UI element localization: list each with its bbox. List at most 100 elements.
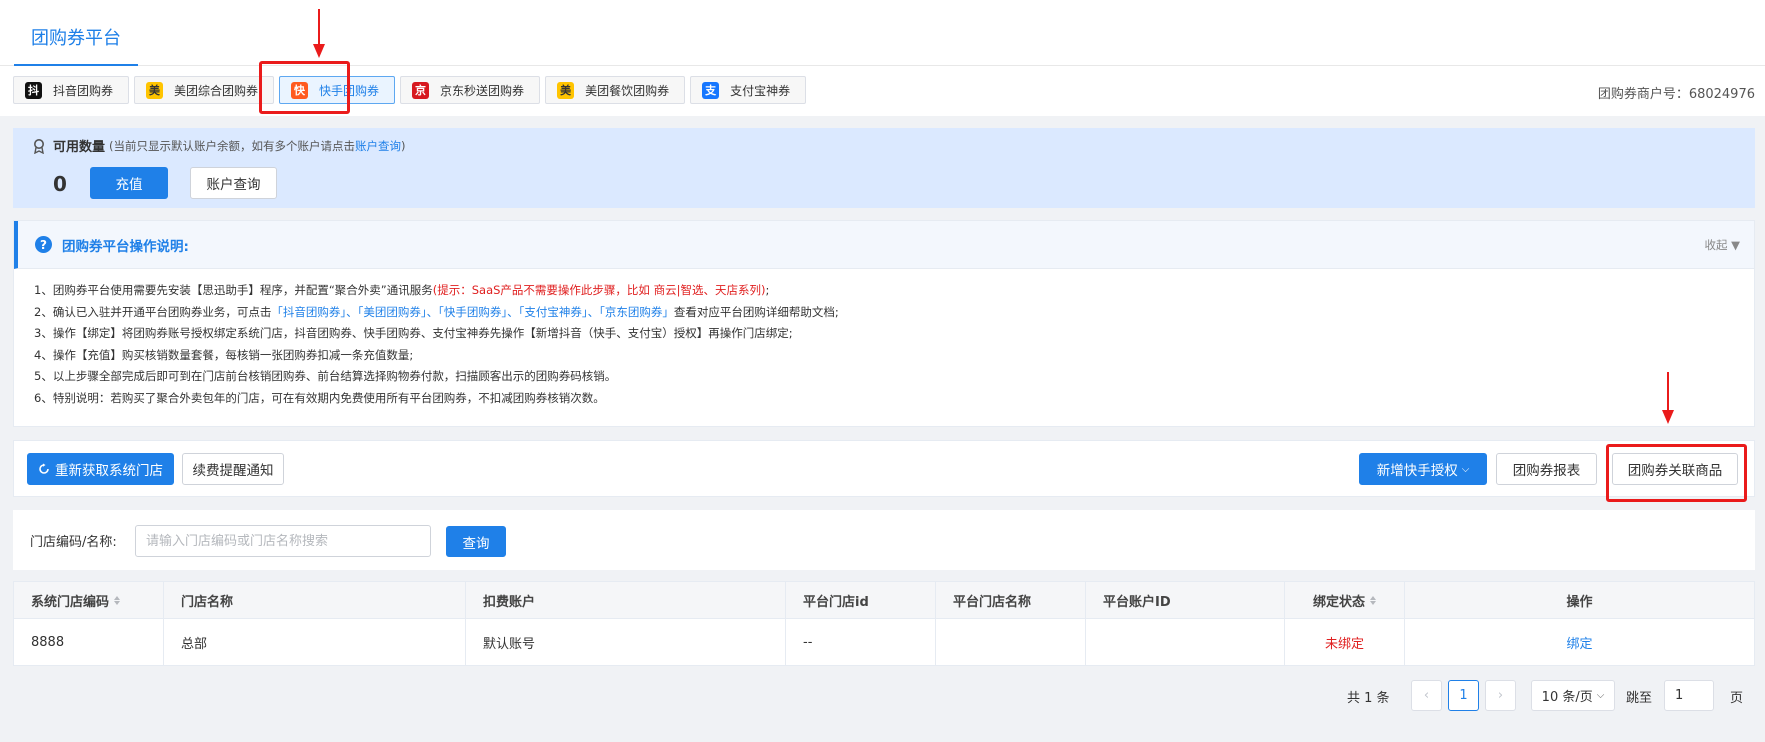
annotation-highlight-box <box>259 61 350 114</box>
col-bind-status[interactable]: 绑定状态 <box>1285 582 1405 619</box>
medal-icon <box>34 138 44 154</box>
next-page-button[interactable]: › <box>1485 680 1516 711</box>
guide-lines: 1、团购券平台使用需要先安装【思迅助手】程序，并配置“聚合外卖”通讯服务(提示：… <box>34 280 839 409</box>
guide-line-2: 2、确认已入驻并开通平台团购券业务，可点击「抖音团购券」、「美团团购券」、「快手… <box>34 302 839 324</box>
jd-icon: 京 <box>412 81 430 99</box>
tab-label: 美团综合团购券 <box>174 83 259 98</box>
chevron-down-icon: ⌵ <box>1461 463 1470 475</box>
prev-page-button[interactable]: ‹ <box>1411 680 1442 711</box>
refresh-stores-label: 重新获取系统门店 <box>55 463 163 479</box>
col-platform-store-id: 平台门店id <box>786 582 936 619</box>
tab-douyin[interactable]: 抖 抖音团购券 <box>13 76 130 104</box>
tab-alipay[interactable]: 支 支付宝神券 <box>690 76 807 104</box>
col-store-name: 门店名称 <box>164 582 466 619</box>
guide-line-1: 1、团购券平台使用需要先安装【思迅助手】程序，并配置“聚合外卖”通讯服务(提示：… <box>34 280 839 302</box>
guide-line-6: 6、特别说明：若购买了聚合外卖包年的门店，可在有效期内免费使用所有平台团购券，不… <box>34 390 605 405</box>
meituan-icon: 美 <box>146 81 164 99</box>
quota-label: 可用数量 <box>53 140 106 155</box>
store-table: 系统门店编码 门店名称 扣费账户 平台门店id 平台门店名称 平台账户ID 绑定… <box>13 581 1755 666</box>
guide-header: ? 团购券平台操作说明: 收起 ▼ <box>14 221 1754 269</box>
coupon-report-button[interactable]: 团购券报表 <box>1496 453 1597 485</box>
col-label: 绑定状态 <box>1312 594 1365 610</box>
guide-line-1-end: ; <box>765 283 770 297</box>
guide-line-2-prefix: 2、确认已入驻并开通平台团购券业务，可点击 <box>34 304 272 319</box>
page-unit-label: 页 <box>1730 691 1744 706</box>
sort-icon <box>114 595 121 605</box>
refresh-stores-button[interactable]: 重新获取系统门店 <box>27 453 174 485</box>
cell-charge-account: 默认账号 <box>466 619 786 665</box>
cell-platform-store-name <box>936 619 1086 665</box>
guide-line-1-tip: (提示：SaaS产品不需要操作此步骤，比如 商云|智选、天店系列) <box>432 283 766 297</box>
search-label: 门店编码/名称: <box>30 535 117 550</box>
page-size-select[interactable]: 10 条/页 ⌵ <box>1531 680 1615 711</box>
help-icon: ? <box>35 236 52 253</box>
recharge-button[interactable]: 充值 <box>90 167 168 199</box>
cell-platform-account-id <box>1086 619 1285 665</box>
bind-link[interactable]: 绑定 <box>1405 619 1754 665</box>
cell-store-name: 总部 <box>164 619 466 665</box>
guide-title: 团购券平台操作说明: <box>62 239 189 255</box>
page-number[interactable]: 1 <box>1448 680 1479 711</box>
tab-label: 抖音团购券 <box>53 83 114 98</box>
annotation-highlight-box <box>1606 444 1747 502</box>
quota-hint: (当前只显示默认账户余额，如有多个账户请点击账户查询) <box>109 138 405 154</box>
platform-tabs: 抖 抖音团购券 美 美团综合团购券 快 快手团购券 京 京东秒送团购券 美 美团… <box>13 76 807 104</box>
chevron-down-icon: ⌵ <box>1596 690 1605 701</box>
total-count: 共 1 条 <box>1347 691 1390 706</box>
search-input[interactable] <box>135 525 431 557</box>
tab-jd[interactable]: 京 京东秒送团购券 <box>400 76 541 104</box>
col-platform-store-name: 平台门店名称 <box>936 582 1086 619</box>
help-doc-links[interactable]: 「抖音团购券」、「美团团购券」、「快手团购券」、「支付宝神券」、「京东团购券」 <box>271 305 674 319</box>
alipay-icon: 支 <box>702 81 720 99</box>
search-bar: 门店编码/名称: 查询 <box>13 510 1755 570</box>
meituan-icon: 美 <box>557 81 575 99</box>
table-header: 系统门店编码 门店名称 扣费账户 平台门店id 平台门店名称 平台账户ID 绑定… <box>14 582 1754 619</box>
guide-line-3: 3、操作【绑定】将团购券账号授权绑定系统门店，抖音团购券、快手团购券、支付宝神券… <box>34 326 793 340</box>
annotation-arrow-line <box>318 9 320 45</box>
sort-icon <box>1370 595 1376 605</box>
pagination: 共 1 条 ‹ 1 › 10 条/页 ⌵ 跳至 1 页 <box>0 677 1765 717</box>
guide-line-4: 4、操作【充值】购买核销数量套餐，每核销一张团购券扣减一条充值数量; <box>34 347 414 362</box>
tab-label: 美团餐饮团购券 <box>585 83 670 98</box>
annotation-arrow-head <box>1662 410 1674 424</box>
quota-panel: 可用数量 (当前只显示默认账户余额，如有多个账户请点击账户查询) 0 充值 账户… <box>13 128 1755 208</box>
collapse-toggle[interactable]: 收起 ▼ <box>1705 237 1741 253</box>
col-label: 系统门店编码 <box>31 594 110 610</box>
account-query-link[interactable]: 账户查询 <box>355 139 401 153</box>
tab-meituan-general[interactable]: 美 美团综合团购券 <box>134 76 275 104</box>
quota-hint-text: (当前只显示默认账户余额，如有多个账户请点击 <box>109 138 355 153</box>
jump-label: 跳至 <box>1626 691 1653 706</box>
tab-meituan-food[interactable]: 美 美团餐饮团购券 <box>545 76 686 104</box>
refresh-icon <box>39 463 49 474</box>
cell-bind-status: 未绑定 <box>1285 619 1405 665</box>
add-auth-label: 新增快手授权 <box>1376 463 1458 479</box>
add-kuaishou-auth-button[interactable]: 新增快手授权 ⌵ <box>1359 453 1487 485</box>
renew-reminder-button[interactable]: 续费提醒通知 <box>182 453 284 485</box>
table-row: 8888 总部 默认账号 -- 未绑定 绑定 <box>14 619 1754 665</box>
tab-label: 支付宝神券 <box>730 83 791 98</box>
tab-label: 京东秒送团购券 <box>440 83 525 98</box>
guide-line-5: 5、以上步骤全部完成后即可到在门店前台核销团购券、前台结算选择购物券付款，扫描顾… <box>34 369 617 383</box>
quota-hint-end: ) <box>401 138 406 153</box>
page-title-tab[interactable]: 团购券平台 <box>14 0 138 66</box>
search-button[interactable]: 查询 <box>446 526 506 557</box>
annotation-arrow-head <box>313 44 325 58</box>
douyin-icon: 抖 <box>25 81 42 99</box>
col-charge-account: 扣费账户 <box>466 582 786 619</box>
jump-input[interactable]: 1 <box>1664 680 1714 711</box>
operation-guide: ? 团购券平台操作说明: 收起 ▼ 1、团购券平台使用需要先安装【思迅助手】程序… <box>13 220 1755 427</box>
annotation-arrow-line <box>1667 372 1669 412</box>
quota-count: 0 <box>53 172 67 196</box>
quota-label-row: 可用数量 (当前只显示默认账户余额，如有多个账户请点击账户查询) <box>31 136 406 155</box>
top-bar: 团购券平台 <box>0 0 1765 66</box>
page-size-label: 10 条/页 <box>1541 690 1593 705</box>
cell-store-code: 8888 <box>14 619 164 665</box>
guide-line-2-suffix: 查看对应平台团购详细帮助文档; <box>673 304 839 319</box>
col-operation: 操作 <box>1405 582 1754 619</box>
merchant-number: 团购券商户号：68024976 <box>1597 87 1755 102</box>
col-store-code[interactable]: 系统门店编码 <box>14 582 164 619</box>
cell-platform-store-id: -- <box>786 619 936 665</box>
col-platform-account-id: 平台账户ID <box>1086 582 1285 619</box>
account-query-button[interactable]: 账户查询 <box>190 167 277 199</box>
action-bar: 重新获取系统门店 续费提醒通知 新增快手授权 ⌵ 团购券报表 团购券关联商品 <box>13 440 1755 497</box>
